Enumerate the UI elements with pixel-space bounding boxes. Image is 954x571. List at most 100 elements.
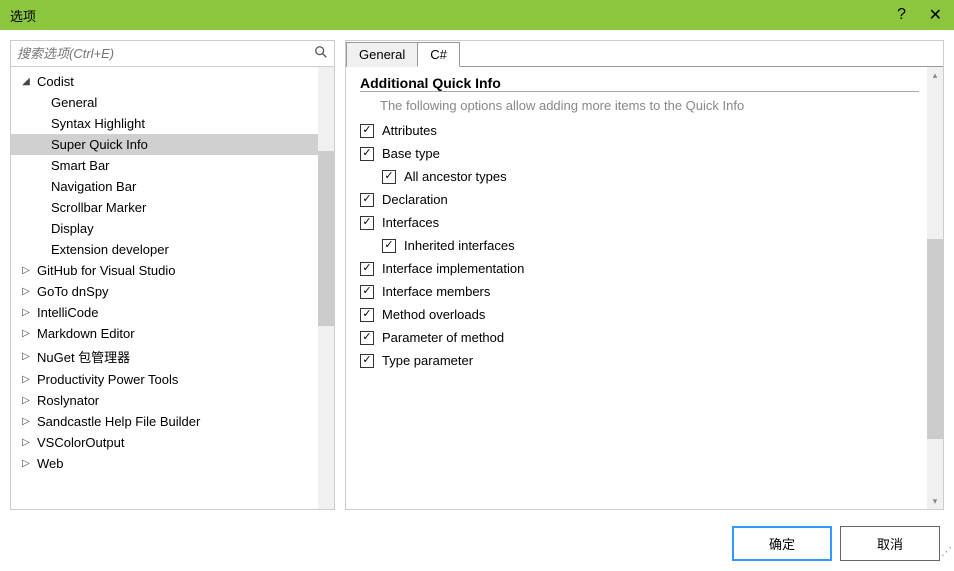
check-icon: ✓	[362, 217, 371, 228]
option-label: Interface implementation	[382, 261, 524, 276]
tree-node[interactable]: ▷Productivity Power Tools	[11, 369, 334, 390]
check-icon: ✓	[384, 171, 393, 182]
expand-icon[interactable]: ▷	[19, 416, 33, 427]
resize-grip-icon[interactable]: ⋰	[941, 545, 952, 558]
tree-node[interactable]: General	[11, 92, 334, 113]
option-label: Attributes	[382, 123, 437, 138]
collapse-icon[interactable]: ◢	[19, 76, 33, 87]
expand-icon[interactable]: ▷	[19, 437, 33, 448]
option-row: ✓Inherited interfaces	[382, 238, 919, 253]
checkbox[interactable]: ✓	[360, 331, 374, 345]
tree-label: GitHub for Visual Studio	[33, 262, 180, 279]
expand-icon[interactable]: ▷	[19, 351, 33, 362]
expand-icon[interactable]: ▷	[19, 395, 33, 406]
tree-node[interactable]: Display	[11, 218, 334, 239]
tree-node[interactable]: Syntax Highlight	[11, 113, 334, 134]
check-icon: ✓	[362, 125, 371, 136]
cancel-button[interactable]: 取消	[840, 526, 940, 561]
option-row: ✓All ancestor types	[382, 169, 919, 184]
tree-label: General	[47, 94, 101, 111]
search-icon[interactable]	[314, 45, 328, 62]
option-label: Interface members	[382, 284, 490, 299]
tree-node-root[interactable]: ◢Codist	[11, 71, 334, 92]
tree-view[interactable]: ◢Codist General Syntax Highlight Super Quic…	[11, 67, 334, 509]
tree-node[interactable]: ▷IntelliCode	[11, 302, 334, 323]
checkbox[interactable]: ✓	[382, 239, 396, 253]
expand-icon[interactable]: ▷	[19, 307, 33, 318]
tree-node[interactable]: Navigation Bar	[11, 176, 334, 197]
content-scrollbar-thumb[interactable]	[927, 239, 943, 439]
tree-label: Web	[33, 455, 68, 472]
checkbox[interactable]: ✓	[360, 262, 374, 276]
option-label: Parameter of method	[382, 330, 504, 345]
checkbox[interactable]: ✓	[360, 147, 374, 161]
checkbox[interactable]: ✓	[360, 308, 374, 322]
section-desc: The following options allow adding more …	[360, 98, 919, 113]
checkbox[interactable]: ✓	[360, 354, 374, 368]
ok-button[interactable]: 确定	[732, 526, 832, 561]
tab-csharp[interactable]: C#	[417, 42, 460, 67]
option-row: ✓ Type parameter	[360, 353, 919, 368]
scroll-down-icon[interactable]: ▾	[927, 493, 943, 509]
expand-icon[interactable]: ▷	[19, 458, 33, 469]
tree-node[interactable]: Scrollbar Marker	[11, 197, 334, 218]
titlebar-title: 选项	[10, 6, 36, 25]
tree-label: Sandcastle Help File Builder	[33, 413, 204, 430]
check-icon: ✓	[362, 355, 371, 366]
checkbox[interactable]: ✓	[360, 193, 374, 207]
expand-icon[interactable]: ▷	[19, 286, 33, 297]
option-label: Interfaces	[382, 215, 439, 230]
search-input[interactable]	[17, 46, 314, 61]
tree-node[interactable]: Super Quick Info	[11, 134, 334, 155]
check-icon: ✓	[362, 148, 371, 159]
option-label: Base type	[382, 146, 440, 161]
tree-node[interactable]: ▷Web	[11, 453, 334, 474]
checkbox[interactable]: ✓	[360, 285, 374, 299]
tree-node[interactable]: ▷NuGet 包管理器	[11, 344, 334, 369]
tree-node[interactable]: ▷Sandcastle Help File Builder	[11, 411, 334, 432]
dialog-body: ◢Codist General Syntax Highlight Super Quic…	[0, 30, 954, 520]
check-icon: ✓	[362, 286, 371, 297]
help-icon[interactable]: ?	[897, 6, 906, 24]
tree-label: IntelliCode	[33, 304, 102, 321]
tree-label: Syntax Highlight	[47, 115, 149, 132]
tree-scrollbar[interactable]	[318, 67, 334, 509]
option-row: ✓ Base type	[360, 146, 919, 161]
tree-scrollbar-thumb[interactable]	[318, 151, 334, 326]
option-row: ✓ Method overloads	[360, 307, 919, 322]
tree-node[interactable]: Smart Bar	[11, 155, 334, 176]
option-row: ✓ Declaration	[360, 192, 919, 207]
content-scrollbar[interactable]: ▴ ▾	[927, 67, 943, 509]
tree-node[interactable]: ▷GitHub for Visual Studio	[11, 260, 334, 281]
tree-label: Roslynator	[33, 392, 103, 409]
tree-label: Markdown Editor	[33, 325, 139, 342]
check-icon: ✓	[384, 240, 393, 251]
tree-label: Smart Bar	[47, 157, 114, 174]
option-label: Type parameter	[382, 353, 473, 368]
tree-label: Extension developer	[47, 241, 173, 258]
checkbox[interactable]: ✓	[360, 216, 374, 230]
tree-label: VSColorOutput	[33, 434, 128, 451]
tree-label: NuGet 包管理器	[33, 346, 134, 367]
expand-icon[interactable]: ▷	[19, 328, 33, 339]
tree-label: Navigation Bar	[47, 178, 140, 195]
tabs: GeneralC#	[346, 41, 943, 67]
checkbox[interactable]: ✓	[382, 170, 396, 184]
scroll-up-icon[interactable]: ▴	[927, 67, 943, 83]
tree-node[interactable]: ▷Roslynator	[11, 390, 334, 411]
checkbox[interactable]: ✓	[360, 124, 374, 138]
tree-node[interactable]: Extension developer	[11, 239, 334, 260]
tree-node[interactable]: ▷VSColorOutput	[11, 432, 334, 453]
tree-node[interactable]: ▷GoTo dnSpy	[11, 281, 334, 302]
tab-general[interactable]: General	[346, 42, 418, 67]
tree-node[interactable]: ▷Markdown Editor	[11, 323, 334, 344]
option-label: Method overloads	[382, 307, 485, 322]
close-icon[interactable]: ✕	[929, 5, 942, 25]
expand-icon[interactable]: ▷	[19, 374, 33, 385]
option-label: Declaration	[382, 192, 448, 207]
option-row: ✓ Interface members	[360, 284, 919, 299]
button-bar: 确定 取消	[0, 520, 954, 571]
right-pane: GeneralC# Additional Quick Info The foll…	[345, 40, 944, 510]
expand-icon[interactable]: ▷	[19, 265, 33, 276]
tree-label: Super Quick Info	[47, 136, 152, 153]
